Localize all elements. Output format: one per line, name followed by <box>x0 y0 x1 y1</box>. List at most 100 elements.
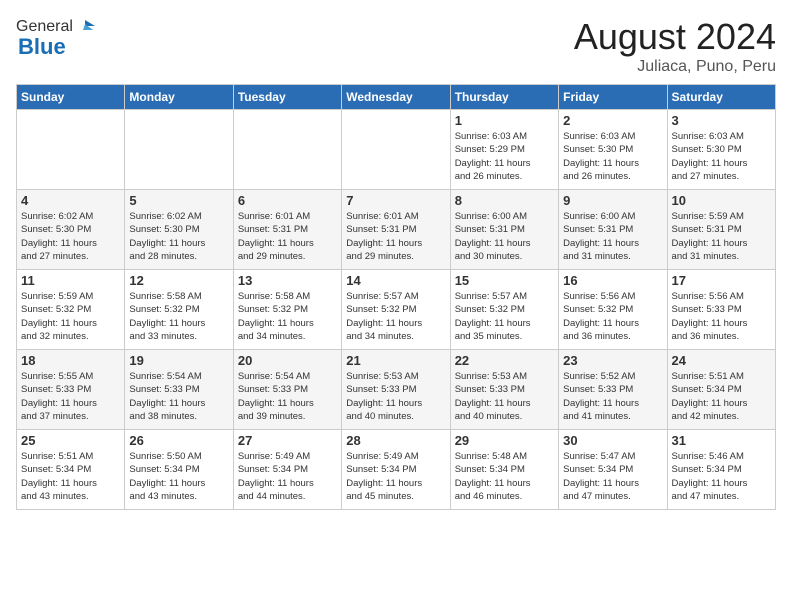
day-info: Sunrise: 5:57 AMSunset: 5:32 PMDaylight:… <box>346 290 445 343</box>
day-number: 5 <box>129 193 228 208</box>
day-info: Sunrise: 5:46 AMSunset: 5:34 PMDaylight:… <box>672 450 771 503</box>
calendar-day-cell: 10 Sunrise: 5:59 AMSunset: 5:31 PMDayligh… <box>667 190 775 270</box>
day-info: Sunrise: 5:52 AMSunset: 5:33 PMDaylight:… <box>563 370 662 423</box>
weekday-header-monday: Monday <box>125 85 233 110</box>
day-number: 4 <box>21 193 120 208</box>
day-info: Sunrise: 6:00 AMSunset: 5:31 PMDaylight:… <box>455 210 554 263</box>
calendar-week-row: 1 Sunrise: 6:03 AMSunset: 5:29 PMDaylight… <box>17 110 776 190</box>
day-info: Sunrise: 5:51 AMSunset: 5:34 PMDaylight:… <box>21 450 120 503</box>
weekday-header-sunday: Sunday <box>17 85 125 110</box>
day-number: 30 <box>563 433 662 448</box>
calendar-day-cell: 9 Sunrise: 6:00 AMSunset: 5:31 PMDaylight… <box>559 190 667 270</box>
calendar-day-cell: 1 Sunrise: 6:03 AMSunset: 5:29 PMDaylight… <box>450 110 558 190</box>
day-number: 19 <box>129 353 228 368</box>
day-number: 31 <box>672 433 771 448</box>
day-info: Sunrise: 6:02 AMSunset: 5:30 PMDaylight:… <box>21 210 120 263</box>
calendar-day-cell: 26 Sunrise: 5:50 AMSunset: 5:34 PMDayligh… <box>125 430 233 510</box>
month-year-title: August 2024 <box>574 16 776 58</box>
day-info: Sunrise: 5:49 AMSunset: 5:34 PMDaylight:… <box>238 450 337 503</box>
day-info: Sunrise: 5:50 AMSunset: 5:34 PMDaylight:… <box>129 450 228 503</box>
calendar-day-cell: 13 Sunrise: 5:58 AMSunset: 5:32 PMDayligh… <box>233 270 341 350</box>
day-number: 29 <box>455 433 554 448</box>
calendar-day-cell: 15 Sunrise: 5:57 AMSunset: 5:32 PMDayligh… <box>450 270 558 350</box>
calendar-empty-cell <box>125 110 233 190</box>
calendar-day-cell: 11Sunrise: 5:59 AMSunset: 5:32 PMDayligh… <box>17 270 125 350</box>
day-number: 13 <box>238 273 337 288</box>
calendar-day-cell: 23 Sunrise: 5:52 AMSunset: 5:33 PMDayligh… <box>559 350 667 430</box>
calendar-day-cell: 6Sunrise: 6:01 AMSunset: 5:31 PMDaylight… <box>233 190 341 270</box>
logo-bird-icon <box>75 16 97 38</box>
day-info: Sunrise: 5:58 AMSunset: 5:32 PMDaylight:… <box>129 290 228 343</box>
calendar-week-row: 18Sunrise: 5:55 AMSunset: 5:33 PMDayligh… <box>17 350 776 430</box>
calendar-day-cell: 2Sunrise: 6:03 AMSunset: 5:30 PMDaylight… <box>559 110 667 190</box>
calendar-day-cell: 18Sunrise: 5:55 AMSunset: 5:33 PMDayligh… <box>17 350 125 430</box>
day-number: 10 <box>672 193 771 208</box>
calendar-day-cell: 4 Sunrise: 6:02 AMSunset: 5:30 PMDaylight… <box>17 190 125 270</box>
day-number: 15 <box>455 273 554 288</box>
weekday-header-saturday: Saturday <box>667 85 775 110</box>
title-area: August 2024 Juliaca, Puno, Peru <box>574 16 776 76</box>
calendar-empty-cell <box>233 110 341 190</box>
calendar-day-cell: 28 Sunrise: 5:49 AMSunset: 5:34 PMDayligh… <box>342 430 450 510</box>
calendar-day-cell: 21 Sunrise: 5:53 AMSunset: 5:33 PMDayligh… <box>342 350 450 430</box>
calendar-day-cell: 27 Sunrise: 5:49 AMSunset: 5:34 PMDayligh… <box>233 430 341 510</box>
day-number: 7 <box>346 193 445 208</box>
day-number: 8 <box>455 193 554 208</box>
calendar-table: SundayMondayTuesdayWednesdayThursdayFrid… <box>16 84 776 510</box>
day-info: Sunrise: 6:01 AMSunset: 5:31 PMDaylight:… <box>346 210 445 263</box>
day-info: Sunrise: 6:03 AMSunset: 5:29 PMDaylight:… <box>455 130 554 183</box>
day-info: Sunrise: 5:59 AMSunset: 5:31 PMDaylight:… <box>672 210 771 263</box>
day-number: 21 <box>346 353 445 368</box>
calendar-day-cell: 5Sunrise: 6:02 AMSunset: 5:30 PMDaylight… <box>125 190 233 270</box>
day-info: Sunrise: 5:54 AMSunset: 5:33 PMDaylight:… <box>129 370 228 423</box>
day-info: Sunrise: 5:47 AMSunset: 5:34 PMDaylight:… <box>563 450 662 503</box>
day-info: Sunrise: 5:49 AMSunset: 5:34 PMDaylight:… <box>346 450 445 503</box>
day-number: 16 <box>563 273 662 288</box>
calendar-day-cell: 24Sunrise: 5:51 AMSunset: 5:34 PMDayligh… <box>667 350 775 430</box>
day-number: 14 <box>346 273 445 288</box>
weekday-header-row: SundayMondayTuesdayWednesdayThursdayFrid… <box>17 85 776 110</box>
calendar-day-cell: 8 Sunrise: 6:00 AMSunset: 5:31 PMDaylight… <box>450 190 558 270</box>
calendar-day-cell: 30 Sunrise: 5:47 AMSunset: 5:34 PMDayligh… <box>559 430 667 510</box>
calendar-day-cell: 16 Sunrise: 5:56 AMSunset: 5:32 PMDayligh… <box>559 270 667 350</box>
day-number: 26 <box>129 433 228 448</box>
calendar-week-row: 11Sunrise: 5:59 AMSunset: 5:32 PMDayligh… <box>17 270 776 350</box>
calendar-day-cell: 19 Sunrise: 5:54 AMSunset: 5:33 PMDayligh… <box>125 350 233 430</box>
day-number: 27 <box>238 433 337 448</box>
day-info: Sunrise: 5:58 AMSunset: 5:32 PMDaylight:… <box>238 290 337 343</box>
day-number: 2 <box>563 113 662 128</box>
calendar-day-cell: 29 Sunrise: 5:48 AMSunset: 5:34 PMDayligh… <box>450 430 558 510</box>
day-number: 9 <box>563 193 662 208</box>
day-number: 1 <box>455 113 554 128</box>
calendar-day-cell: 14 Sunrise: 5:57 AMSunset: 5:32 PMDayligh… <box>342 270 450 350</box>
calendar-empty-cell <box>17 110 125 190</box>
day-number: 23 <box>563 353 662 368</box>
weekday-header-friday: Friday <box>559 85 667 110</box>
day-info: Sunrise: 5:48 AMSunset: 5:34 PMDaylight:… <box>455 450 554 503</box>
day-info: Sunrise: 6:00 AMSunset: 5:31 PMDaylight:… <box>563 210 662 263</box>
calendar-day-cell: 17 Sunrise: 5:56 AMSunset: 5:33 PMDayligh… <box>667 270 775 350</box>
day-info: Sunrise: 5:53 AMSunset: 5:33 PMDaylight:… <box>455 370 554 423</box>
day-info: Sunrise: 5:59 AMSunset: 5:32 PMDaylight:… <box>21 290 120 343</box>
weekday-header-thursday: Thursday <box>450 85 558 110</box>
day-info: Sunrise: 5:51 AMSunset: 5:34 PMDaylight:… <box>672 370 771 423</box>
day-info: Sunrise: 5:57 AMSunset: 5:32 PMDaylight:… <box>455 290 554 343</box>
day-info: Sunrise: 5:56 AMSunset: 5:32 PMDaylight:… <box>563 290 662 343</box>
day-number: 28 <box>346 433 445 448</box>
day-number: 22 <box>455 353 554 368</box>
calendar-day-cell: 7 Sunrise: 6:01 AMSunset: 5:31 PMDaylight… <box>342 190 450 270</box>
day-info: Sunrise: 5:56 AMSunset: 5:33 PMDaylight:… <box>672 290 771 343</box>
calendar-day-cell: 20Sunrise: 5:54 AMSunset: 5:33 PMDayligh… <box>233 350 341 430</box>
day-info: Sunrise: 5:53 AMSunset: 5:33 PMDaylight:… <box>346 370 445 423</box>
day-number: 20 <box>238 353 337 368</box>
calendar-empty-cell <box>342 110 450 190</box>
logo: General Blue <box>16 16 97 60</box>
day-number: 3 <box>672 113 771 128</box>
day-number: 18 <box>21 353 120 368</box>
calendar-day-cell: 25 Sunrise: 5:51 AMSunset: 5:34 PMDayligh… <box>17 430 125 510</box>
day-number: 17 <box>672 273 771 288</box>
day-info: Sunrise: 6:01 AMSunset: 5:31 PMDaylight:… <box>238 210 337 263</box>
calendar-day-cell: 3Sunrise: 6:03 AMSunset: 5:30 PMDaylight… <box>667 110 775 190</box>
day-number: 25 <box>21 433 120 448</box>
page-header: General Blue August 2024 Juliaca, Puno, … <box>16 16 776 76</box>
